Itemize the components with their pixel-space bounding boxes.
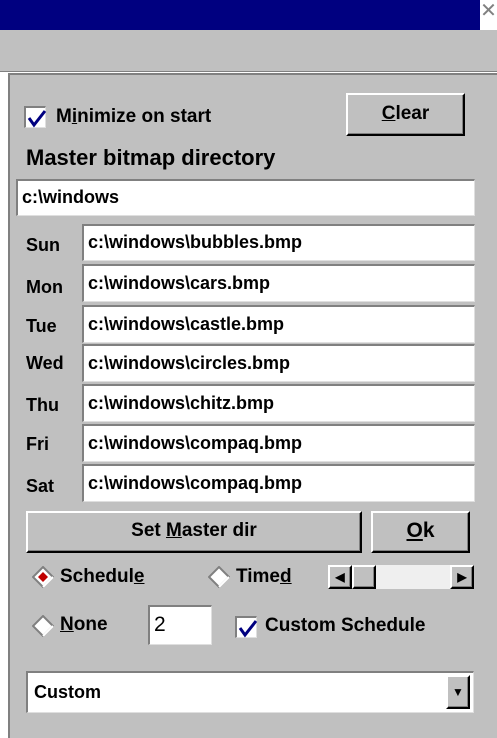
scrollbar-thumb[interactable] (352, 565, 376, 589)
arrow-left-icon[interactable]: ◀ (328, 565, 352, 589)
schedule-label-accel: e (133, 566, 145, 587)
set-master-rest: aster dir (181, 520, 257, 541)
clear-rest: lear (395, 103, 430, 124)
bitmap-path-thu[interactable]: c:\windows\chitz.bmp (82, 384, 475, 422)
day-label-fri: Fri (26, 434, 50, 454)
custom-schedule-checkbox[interactable] (235, 616, 258, 638)
set-master-accel: M (166, 520, 182, 541)
bitmap-path-tue[interactable]: c:\windows\castle.bmp (82, 305, 475, 343)
minimize-on-start-checkbox[interactable] (24, 106, 47, 128)
timed-label: Timed (236, 566, 292, 588)
schedule-type-dropdown[interactable]: Custom (26, 671, 474, 713)
none-label-accel: N (60, 614, 74, 635)
clear-button[interactable]: Clear (346, 93, 465, 136)
settings-dialog: Minimize on start Clear Master bitmap di… (8, 73, 497, 738)
interval-input[interactable]: 2 (148, 605, 212, 645)
ok-button[interactable]: Ok (371, 511, 470, 553)
dropdown-arrow-icon[interactable]: ▼ (446, 675, 470, 709)
ok-rest: k (422, 519, 435, 542)
master-directory-heading: Master bitmap directory (26, 145, 276, 170)
timed-scrollbar[interactable]: ◀ ▶ (328, 565, 474, 589)
timed-label-part: Time (236, 566, 281, 587)
schedule-radio[interactable] (32, 566, 54, 588)
custom-schedule-label: Custom Schedule (265, 615, 426, 636)
bitmap-path-sat[interactable]: c:\windows\compaq.bmp (82, 464, 475, 502)
bitmap-path-wed[interactable]: c:\windows\circles.bmp (82, 344, 475, 382)
checkmark-icon (238, 620, 258, 638)
timed-radio[interactable] (208, 566, 230, 588)
dropdown-selected-value: Custom (34, 682, 101, 702)
minimize-label-part: M (56, 106, 72, 127)
checkmark-icon (27, 110, 47, 128)
none-label: None (60, 614, 108, 636)
clear-accel: C (381, 103, 396, 124)
close-icon[interactable]: ✕ (480, 0, 497, 30)
minimize-label-rest: nimize on start (77, 106, 212, 127)
bitmap-path-mon[interactable]: c:\windows\cars.bmp (82, 264, 475, 302)
schedule-label-part: Schedul (60, 566, 134, 587)
menu-bar (0, 30, 497, 72)
master-directory-input[interactable]: c:\windows (16, 179, 475, 216)
minimize-on-start-label: Minimize on start (56, 106, 211, 128)
day-label-mon: Mon (26, 277, 63, 297)
title-bar (0, 0, 497, 30)
arrow-right-icon[interactable]: ▶ (450, 565, 474, 589)
none-radio[interactable] (32, 615, 54, 637)
set-master-dir-button[interactable]: Set Master dir (26, 511, 362, 553)
bitmap-path-sun[interactable]: c:\windows\bubbles.bmp (82, 224, 475, 261)
day-label-sat: Sat (26, 476, 55, 496)
day-label-tue: Tue (26, 316, 57, 336)
none-label-rest: one (73, 614, 108, 635)
schedule-label: Schedule (60, 566, 144, 588)
bitmap-path-fri[interactable]: c:\windows\compaq.bmp (82, 424, 475, 462)
day-label-wed: Wed (26, 353, 64, 373)
ok-accel: O (406, 519, 423, 542)
set-master-part: Set (131, 520, 167, 541)
day-label-thu: Thu (26, 395, 59, 415)
timed-label-accel: d (280, 566, 292, 587)
day-label-sun: Sun (26, 235, 60, 255)
scrollbar-track[interactable] (376, 565, 450, 589)
